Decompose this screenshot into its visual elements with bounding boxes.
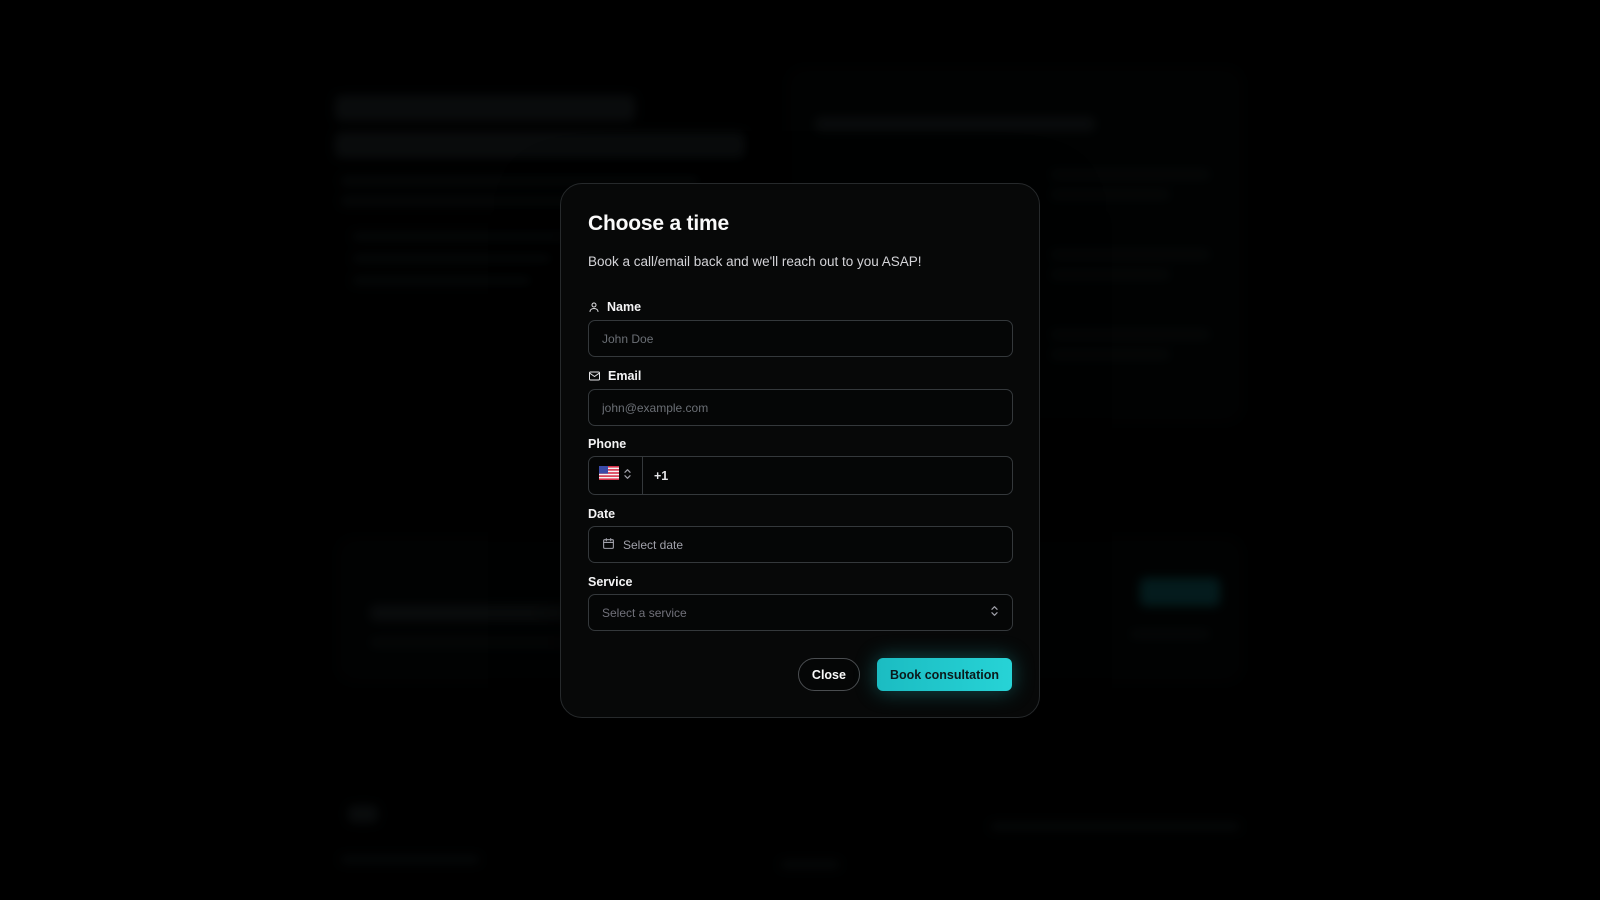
- dialog-title: Choose a time: [588, 212, 729, 235]
- dialog-description: Book a call/email back and we'll reach o…: [588, 254, 922, 269]
- service-label: Service: [588, 574, 632, 590]
- mail-icon: [588, 370, 601, 382]
- close-button[interactable]: Close: [797, 658, 860, 691]
- date-picker[interactable]: Select date: [588, 526, 1013, 563]
- name-label: Name: [588, 299, 641, 315]
- service-placeholder: Select a service: [602, 605, 687, 620]
- phone-field: [588, 456, 1013, 495]
- service-select[interactable]: Select a service: [588, 594, 1013, 631]
- email-field[interactable]: [588, 389, 1013, 426]
- dialog-actions: Close Book consultation: [797, 658, 1012, 691]
- date-placeholder: Select date: [623, 537, 684, 552]
- calendar-icon: [602, 537, 615, 553]
- chevrons-up-down-icon: [623, 467, 632, 485]
- name-field[interactable]: [588, 320, 1013, 357]
- email-label-text: Email: [608, 369, 642, 383]
- book-consultation-button[interactable]: Book consultation: [876, 658, 1012, 691]
- us-flag-icon: [599, 466, 619, 485]
- country-select[interactable]: [589, 457, 643, 494]
- name-input[interactable]: [602, 331, 999, 346]
- date-label: Date: [588, 506, 615, 522]
- service-label-text: Service: [588, 575, 633, 589]
- user-icon: [588, 301, 600, 313]
- booking-dialog: Choose a time Book a call/email back and…: [560, 183, 1040, 718]
- phone-label: Phone: [588, 436, 626, 452]
- date-label-text: Date: [588, 507, 616, 521]
- email-label: Email: [588, 368, 641, 384]
- chevrons-up-down-icon: [990, 605, 999, 620]
- phone-label-text: Phone: [588, 437, 627, 451]
- email-input[interactable]: [602, 400, 999, 415]
- name-label-text: Name: [607, 300, 642, 314]
- phone-number-field[interactable]: [643, 457, 1012, 494]
- phone-input[interactable]: [654, 468, 1012, 483]
